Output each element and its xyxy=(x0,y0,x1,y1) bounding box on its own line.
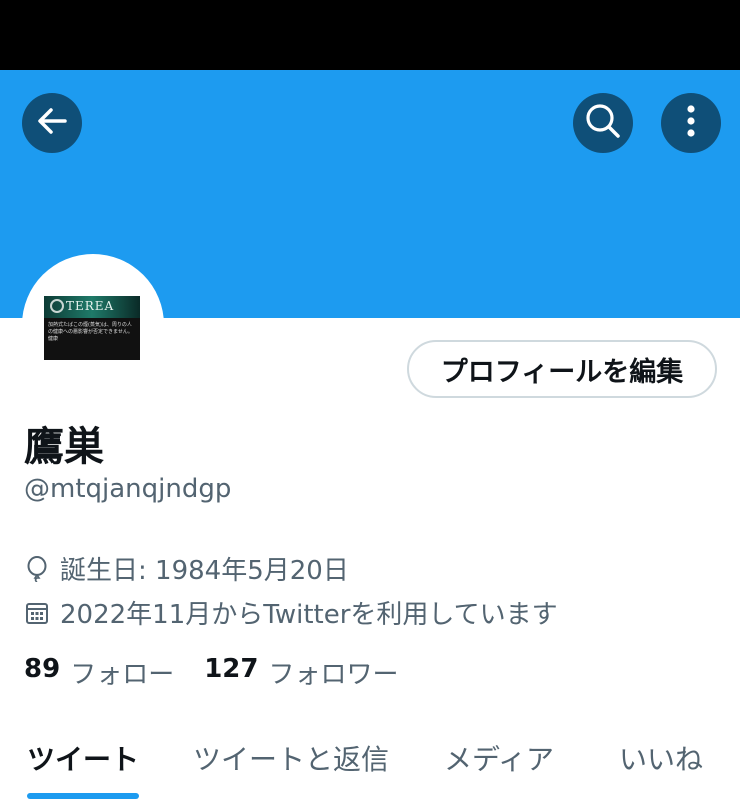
user-handle: @mtqjanqjndgp xyxy=(24,474,232,504)
following-count: 89 xyxy=(24,654,61,684)
avatar[interactable]: TEREA 加熱式たばこの煙(蒸気)は、周りの人の健康への悪影響が否定できません… xyxy=(44,296,140,360)
joined-row: 2022年11月からTwitterを利用しています xyxy=(24,594,558,631)
active-tab-indicator xyxy=(27,793,139,799)
status-bar xyxy=(0,0,740,70)
followers-link[interactable]: 127 フォロワー xyxy=(204,654,398,691)
arrow-left-icon xyxy=(35,104,69,142)
following-link[interactable]: 89 フォロー xyxy=(24,654,174,691)
avatar-brand-text: TEREA xyxy=(66,299,115,313)
tab-tweets-and-replies[interactable]: ツイートと返信 xyxy=(180,730,402,800)
tab-media[interactable]: メディア xyxy=(428,730,570,800)
joined-text: 2022年11月からTwitterを利用しています xyxy=(60,600,558,630)
search-button[interactable] xyxy=(573,93,633,153)
tab-tweets[interactable]: ツイート xyxy=(12,730,154,800)
birthday-row: 誕生日: 1984年5月20日 xyxy=(24,550,349,587)
avatar-caption: 加熱式たばこの煙(蒸気)は、周りの人の健康への悪影響が否定できません。健康 xyxy=(48,322,133,342)
edit-profile-button[interactable]: プロフィールを編集 xyxy=(407,340,717,398)
back-button[interactable] xyxy=(22,93,82,153)
followers-count: 127 xyxy=(204,654,259,684)
following-label: フォロー xyxy=(70,660,175,690)
balloon-icon xyxy=(24,555,50,582)
more-vertical-icon xyxy=(686,104,696,142)
profile-tabs: ツイート ツイートと返信 メディア いいね xyxy=(0,730,740,800)
more-button[interactable] xyxy=(661,93,721,153)
calendar-icon xyxy=(24,600,50,626)
search-icon xyxy=(584,102,622,144)
display-name: 鷹巣 xyxy=(24,424,104,470)
tab-likes[interactable]: いいね xyxy=(600,730,722,800)
followers-label: フォロワー xyxy=(268,660,399,690)
follow-stats: 89 フォロー 127 フォロワー xyxy=(24,654,429,691)
birthday-text: 誕生日: 1984年5月20日 xyxy=(60,556,349,586)
avatar-logo-icon xyxy=(50,299,64,313)
